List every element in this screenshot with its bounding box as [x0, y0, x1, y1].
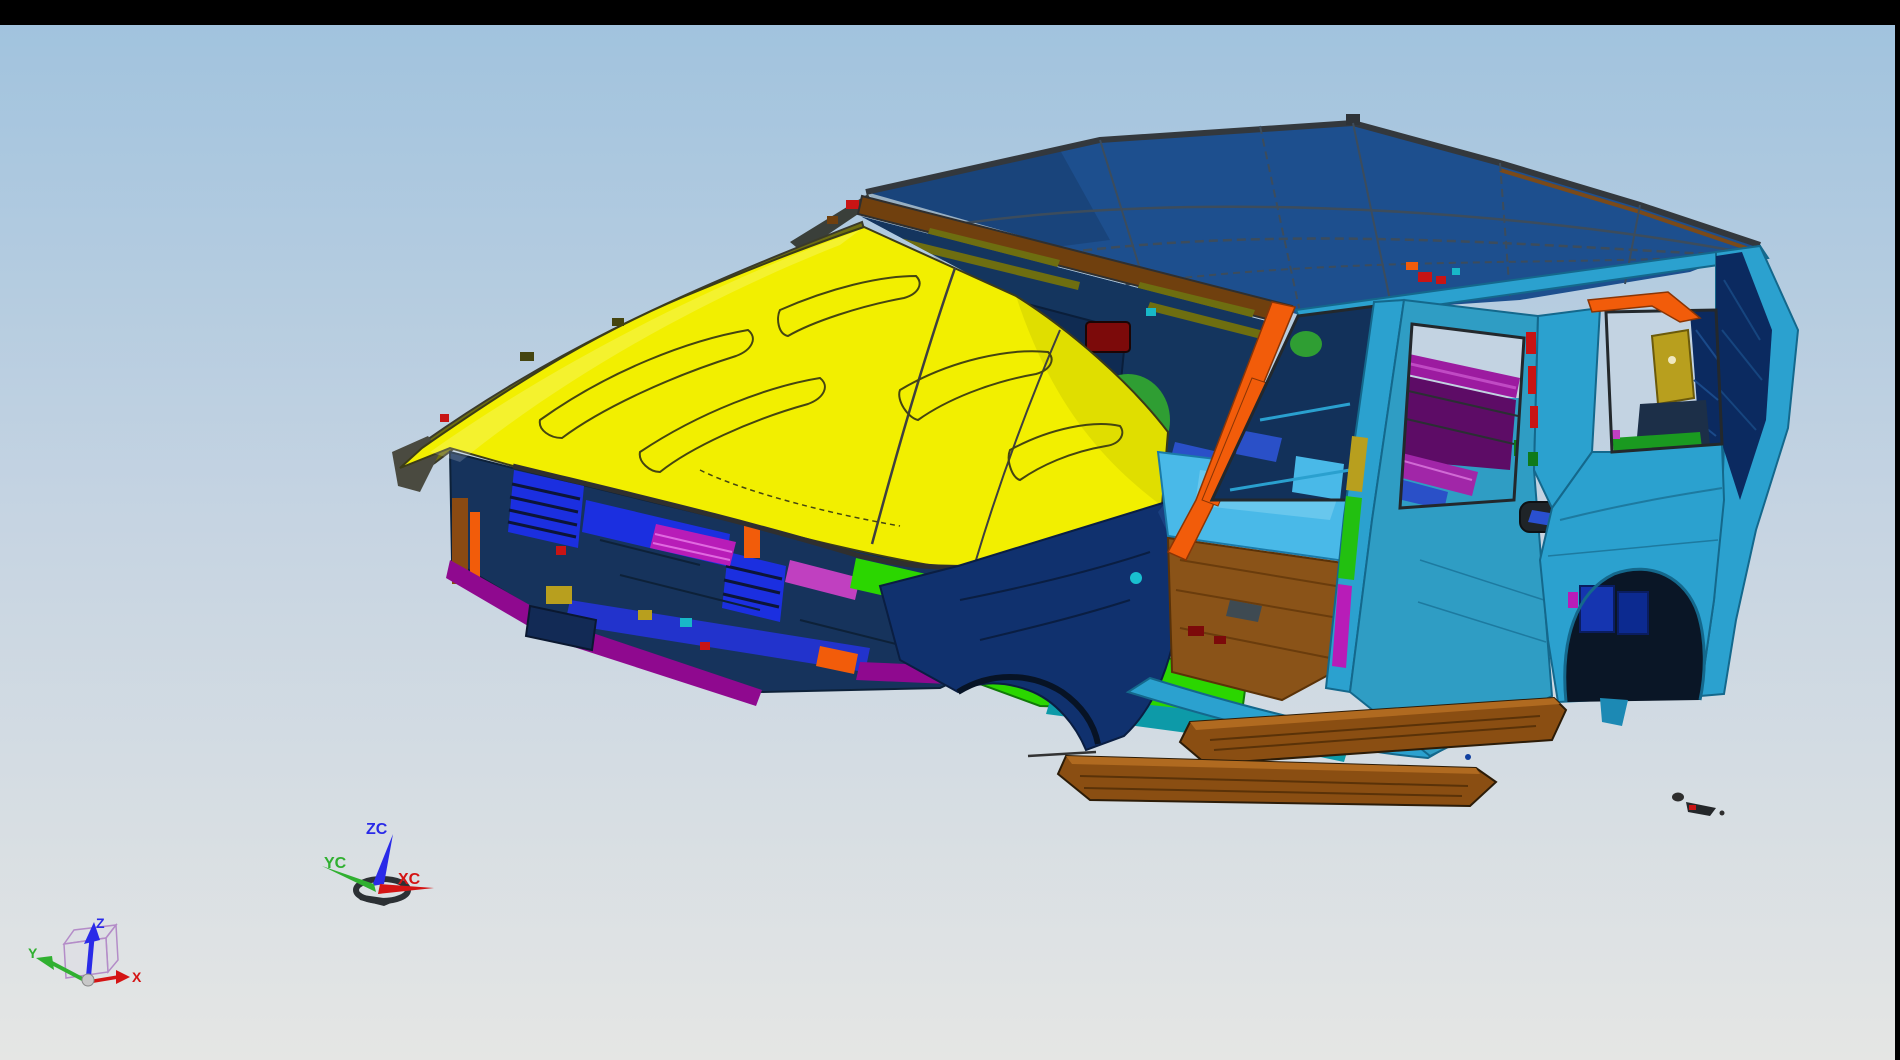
wcs-triad[interactable]: ZC YC XC: [322, 821, 434, 906]
cad-scene: ZC YC XC Z Y X: [0, 0, 1900, 1060]
abs-z-label: Z: [96, 915, 105, 931]
wcs-z-label: ZC: [366, 821, 388, 838]
wheel-arch: [1565, 569, 1705, 702]
application-window: ZC YC XC Z Y X: [0, 0, 1900, 1060]
abs-y-label: Y: [28, 945, 38, 961]
quarter-window[interactable]: [1588, 292, 1722, 452]
wcs-y-label: YC: [324, 855, 347, 872]
abs-x-label: X: [132, 969, 142, 985]
stray-parts[interactable]: [1672, 793, 1725, 817]
overhead-console: [1086, 322, 1130, 352]
absolute-triad: Z Y X: [28, 915, 142, 986]
wcs-x-label: XC: [398, 871, 421, 888]
